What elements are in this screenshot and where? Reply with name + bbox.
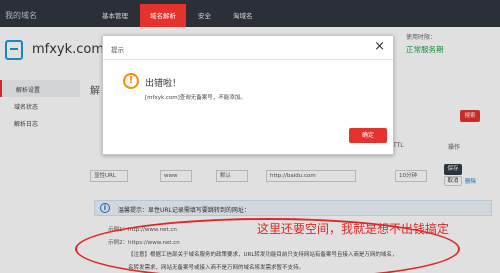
dialog-divider — [103, 59, 393, 60]
nav-basic-management[interactable]: 基本管理 — [92, 10, 138, 27]
confirm-button[interactable]: 确定 — [349, 128, 387, 143]
nav-domain-resolution[interactable]: 域名解析 — [140, 4, 186, 27]
main-nav: 基本管理 域名解析 安全 淘域名 — [92, 4, 263, 27]
nav-security[interactable]: 安全 — [188, 10, 221, 27]
dialog-title: 提示 — [111, 46, 124, 54]
dialog-heading: 出错啦！ — [145, 79, 182, 89]
brand-title[interactable]: 我的域名 — [5, 10, 37, 21]
dialog-message: [mfxyk.com]查询无备案号，不能添加。 — [145, 95, 246, 101]
warning-icon: ! — [123, 73, 139, 89]
top-nav-bar: 我的域名 基本管理 域名解析 安全 淘域名 — [0, 0, 500, 27]
close-icon[interactable]: × — [374, 40, 385, 53]
nav-domain-market[interactable]: 淘域名 — [223, 10, 263, 27]
error-dialog: 提示 × ! 出错啦！ [mfxyk.com]查询无备案号，不能添加。 确定 — [102, 35, 394, 155]
